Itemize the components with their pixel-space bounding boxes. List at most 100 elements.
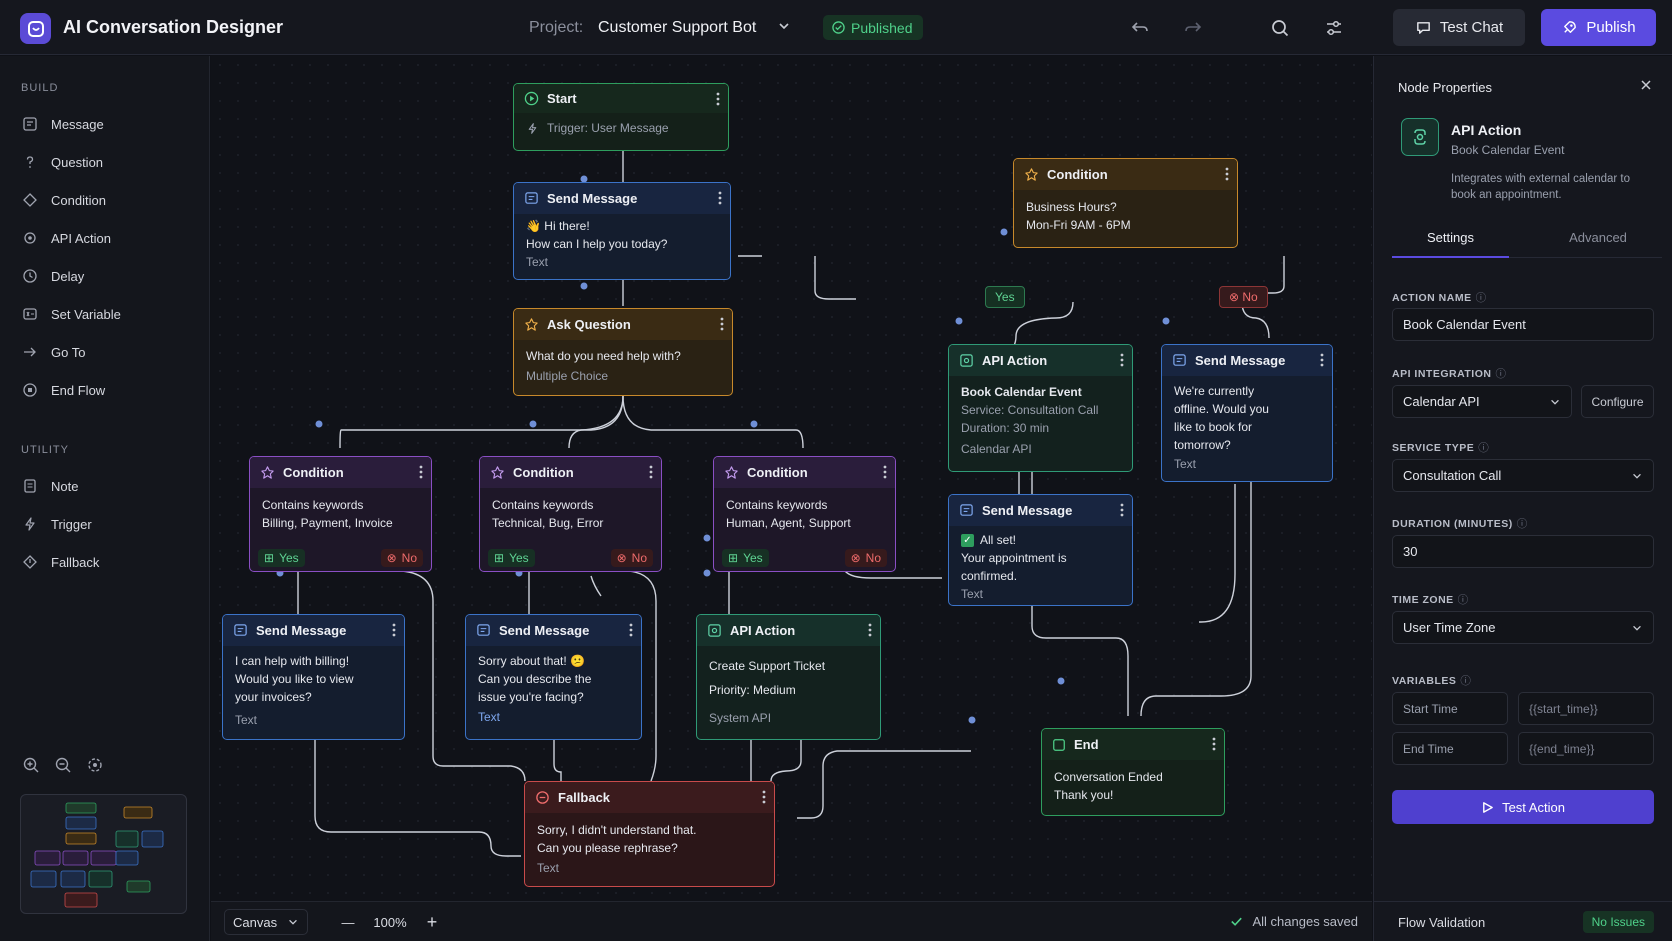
more-vertical-icon[interactable] [629, 623, 633, 637]
node-send-message-offline[interactable]: Send Message We're currently offline. Wo… [1161, 344, 1333, 482]
zoom-in-button[interactable]: + [416, 909, 448, 935]
tab-settings[interactable]: Settings [1392, 230, 1509, 258]
no-branch[interactable]: ⊗ No [610, 549, 653, 567]
node-start[interactable]: Start Trigger: User Message [513, 83, 729, 151]
variable-value[interactable]: {{start_time}} [1518, 692, 1654, 725]
rocket-icon [1564, 21, 1577, 33]
palette-item-fallback[interactable]: Fallback [21, 548, 196, 576]
node-fallback[interactable]: Fallback Sorry, I didn't understand that… [524, 781, 775, 887]
zoom-in-icon[interactable] [22, 756, 40, 774]
more-vertical-icon[interactable] [718, 191, 722, 205]
no-branch[interactable]: ⊗ No [380, 549, 423, 567]
test-action-button[interactable]: Test Action [1392, 790, 1654, 824]
yes-branch[interactable]: ⊞ Yes [722, 549, 769, 567]
node-ask-question[interactable]: Ask Question What do you need help with?… [513, 308, 733, 396]
more-vertical-icon[interactable] [649, 465, 653, 479]
palette-item-end-flow[interactable]: End Flow [21, 376, 196, 404]
api-icon [960, 354, 973, 367]
node-send-message-greeting[interactable]: Send Message 👋 Hi there! How can I help … [513, 182, 731, 280]
palette-item-question[interactable]: Question [21, 148, 196, 176]
node-text: What do you need help with? [526, 349, 681, 363]
more-vertical-icon[interactable] [716, 92, 720, 106]
wave-emoji-icon: 👋 [526, 219, 541, 233]
palette-item-condition[interactable]: Condition [21, 186, 196, 214]
palette-item-go-to[interactable]: Go To [21, 338, 196, 366]
more-vertical-icon[interactable] [868, 623, 872, 637]
palette-item-delay[interactable]: Delay [21, 262, 196, 290]
undo-icon[interactable] [1127, 15, 1153, 41]
clock-icon [21, 267, 39, 285]
node-condition-human[interactable]: Condition Contains keywords Human, Agent… [713, 456, 896, 572]
more-vertical-icon[interactable] [1212, 737, 1216, 751]
flow-validation-label: Flow Validation [1398, 915, 1486, 930]
time-zone-select[interactable]: User Time Zone [1392, 611, 1654, 644]
more-vertical-icon[interactable] [762, 790, 766, 804]
more-vertical-icon[interactable] [1120, 503, 1124, 517]
node-api-action-ticket[interactable]: API Action Create Support Ticket Priorit… [696, 614, 881, 740]
zoom-out-button[interactable]: — [332, 909, 364, 935]
edge-label-no: ⊗ No [1219, 286, 1268, 308]
palette-item-set-variable[interactable]: Set Variable [21, 300, 196, 328]
node-send-message-technical[interactable]: Send Message Sorry about that! 😕 Can you… [465, 614, 642, 740]
palette-label: Fallback [51, 554, 100, 570]
node-text: tomorrow? [1174, 438, 1231, 452]
chevron-down-icon [1633, 625, 1641, 631]
more-vertical-icon[interactable] [720, 317, 724, 331]
node-condition-billing[interactable]: Condition Contains keywords Billing, Pay… [249, 456, 432, 572]
variable-key[interactable]: End Time [1392, 732, 1508, 765]
palette-label: Message [51, 116, 104, 132]
publish-button[interactable]: Publish [1541, 9, 1656, 46]
palette-item-trigger[interactable]: Trigger [21, 510, 196, 538]
more-vertical-icon[interactable] [419, 465, 423, 479]
canvas-mode-select[interactable]: Canvas [224, 909, 308, 935]
no-branch[interactable]: ⊗ No [844, 549, 887, 567]
condition-icon [21, 191, 39, 209]
settings-sliders-icon[interactable] [1321, 15, 1347, 41]
node-text: Book Calendar Event [961, 385, 1082, 399]
fit-view-icon[interactable] [86, 756, 104, 774]
more-vertical-icon[interactable] [1320, 353, 1324, 367]
configure-button[interactable]: Configure [1581, 385, 1654, 418]
branch-label: No [631, 551, 647, 565]
tab-advanced[interactable]: Advanced [1538, 230, 1658, 258]
api-icon [708, 624, 721, 637]
service-type-select[interactable]: Consultation Call [1392, 459, 1654, 492]
x-circle-icon: ⊗ [1229, 290, 1243, 304]
palette-item-note[interactable]: Note [21, 472, 196, 500]
flow-canvas[interactable]: Start Trigger: User Message Send Message… [211, 56, 1372, 901]
node-api-action-book-calendar[interactable]: API Action Book Calendar Event Service: … [948, 344, 1133, 472]
more-vertical-icon[interactable] [1225, 167, 1229, 181]
test-chat-button[interactable]: Test Chat [1393, 9, 1525, 46]
palette-item-message[interactable]: Message [21, 110, 196, 138]
yes-branch[interactable]: ⊞ Yes [258, 549, 305, 567]
node-title: Send Message [499, 623, 590, 638]
api-integration-select[interactable]: Calendar API [1392, 385, 1572, 418]
chevron-down-icon[interactable] [777, 19, 791, 33]
search-icon[interactable] [1267, 15, 1293, 41]
project-selector[interactable]: Customer Support Bot [598, 19, 756, 37]
node-title: Condition [283, 465, 344, 480]
node-send-message-confirm[interactable]: Send Message ✓ All set! Your appointment … [948, 494, 1133, 606]
palette-item-api-action[interactable]: API Action [21, 224, 196, 252]
redo-icon[interactable] [1180, 15, 1206, 41]
more-vertical-icon[interactable] [883, 465, 887, 479]
variable-key[interactable]: Start Time [1392, 692, 1508, 725]
node-end[interactable]: End Conversation Ended Thank you! [1041, 728, 1225, 816]
build-section-title: BUILD [21, 82, 59, 94]
more-vertical-icon[interactable] [392, 623, 396, 637]
branch-label: No [865, 551, 881, 565]
minimap[interactable] [20, 794, 187, 914]
zoom-out-icon[interactable] [54, 756, 72, 774]
node-text: Conversation Ended [1054, 770, 1163, 784]
close-icon[interactable] [1639, 78, 1653, 92]
node-send-message-billing[interactable]: Send Message I can help with billing! Wo… [222, 614, 405, 740]
node-condition-technical[interactable]: Condition Contains keywords Technical, B… [479, 456, 662, 572]
node-condition-business-hours[interactable]: Condition Business Hours? Mon-Fri 9AM - … [1013, 158, 1238, 248]
action-name-input[interactable]: Book Calendar Event [1392, 308, 1654, 341]
variable-value[interactable]: {{end_time}} [1518, 732, 1654, 765]
palette-label: API Action [51, 230, 111, 246]
yes-branch[interactable]: ⊞ Yes [488, 549, 535, 567]
duration-input[interactable]: 30 [1392, 535, 1654, 568]
more-vertical-icon[interactable] [1120, 353, 1124, 367]
validation-status-badge[interactable]: No Issues [1582, 911, 1654, 933]
